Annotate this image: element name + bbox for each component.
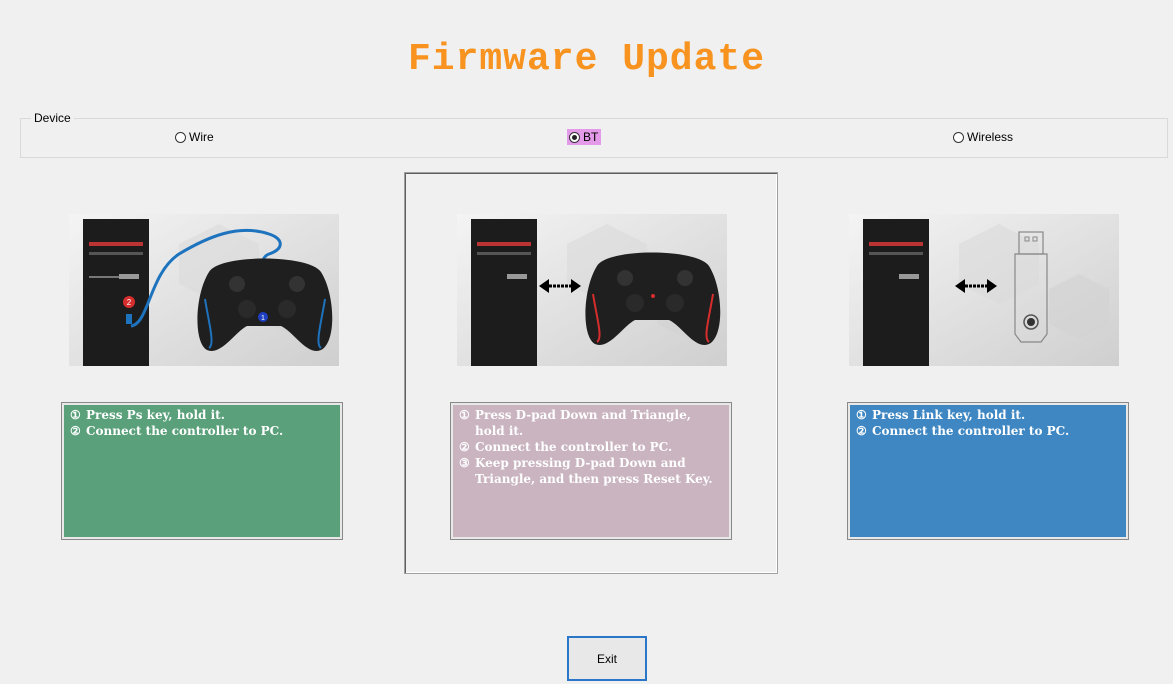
radio-circle bbox=[175, 131, 186, 143]
radio-circle bbox=[953, 131, 964, 143]
wireless-illustration bbox=[849, 214, 1119, 366]
pc-tower-icon bbox=[863, 219, 929, 366]
list-item: ① Press D-pad Down and Triangle, hold it. bbox=[459, 408, 691, 438]
wireless-instructions: ① Press Link key, hold it. ② Connect the c… bbox=[847, 402, 1129, 540]
page-title: Firmware Update bbox=[407, 38, 766, 81]
list-item: ② Connect the controller to PC. bbox=[459, 440, 673, 454]
radio-label: Wire bbox=[189, 130, 214, 144]
radio-label: BT bbox=[583, 130, 599, 144]
list-item: ② Connect the controller to PC. bbox=[856, 424, 1070, 438]
bt-illustration bbox=[457, 214, 727, 366]
list-item: ① Press Ps key, hold it. bbox=[70, 408, 225, 422]
device-group: Device Wire BT Wireless bbox=[20, 111, 1168, 158]
exit-button[interactable]: Exit bbox=[567, 636, 647, 681]
radio-wire[interactable]: Wire bbox=[173, 129, 217, 145]
pc-tower-icon bbox=[83, 219, 149, 366]
radio-label: Wireless bbox=[967, 130, 1014, 144]
wire-instructions: ① Press Ps key, hold it. ② Connect the con… bbox=[61, 402, 343, 540]
radio-bt[interactable]: BT bbox=[567, 129, 602, 145]
list-item: ① Press Link key, hold it. bbox=[856, 408, 1026, 422]
radio-circle bbox=[569, 131, 580, 143]
pc-tower-icon bbox=[471, 219, 537, 366]
device-group-label: Device bbox=[31, 111, 74, 125]
bt-instructions: ① Press D-pad Down and Triangle, hold it.… bbox=[450, 402, 732, 540]
list-item: ③ Keep pressing D-pad Down and Triangle, … bbox=[459, 456, 713, 486]
badge-1-text: 1 bbox=[261, 315, 265, 322]
radio-wireless[interactable]: Wireless bbox=[951, 129, 1016, 145]
badge-2-text: 2 bbox=[127, 298, 132, 307]
list-item: ② Connect the controller to PC. bbox=[70, 424, 284, 438]
wire-illustration: 1 2 bbox=[69, 214, 339, 366]
